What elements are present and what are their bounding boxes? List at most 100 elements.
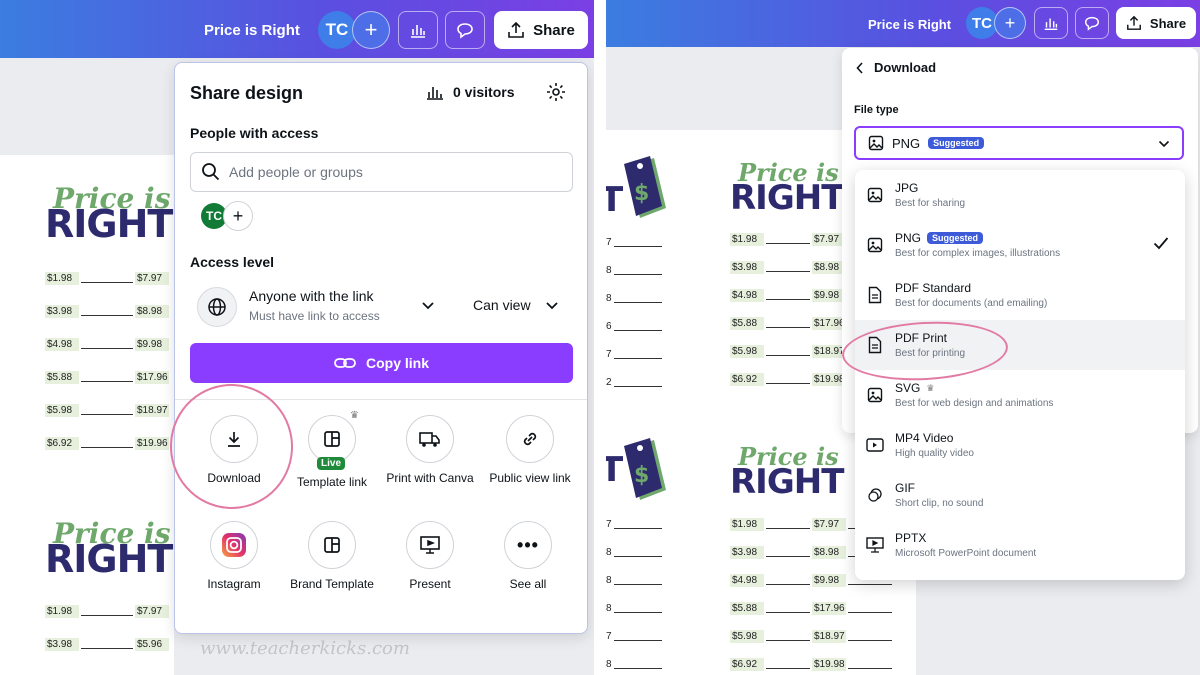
price-a: $5.98 xyxy=(730,629,764,643)
access-dropdown[interactable]: Anyone with the link xyxy=(249,288,374,304)
image-icon xyxy=(855,387,895,403)
price-a: $4.98 xyxy=(730,288,764,302)
price-fragment: 8 xyxy=(606,658,612,670)
price-a: $6.92 xyxy=(730,657,764,671)
price-fragment: 8 xyxy=(606,546,612,558)
add-collaborator-button[interactable]: + xyxy=(994,7,1026,39)
file-type-name: PPTX xyxy=(895,531,927,545)
price-a: $1.98 xyxy=(45,605,79,618)
present-label: Present xyxy=(409,577,451,591)
video-icon xyxy=(855,438,895,452)
price-b: $19.98 xyxy=(812,657,846,671)
bar-chart-icon xyxy=(1044,18,1058,31)
upload-icon xyxy=(1126,15,1141,30)
file-type-name: PNG xyxy=(895,231,922,245)
image-icon xyxy=(855,237,895,253)
copy-link-button[interactable]: Copy link xyxy=(190,343,573,383)
price-tag-image: $ xyxy=(618,434,670,509)
price-b: $7.97 xyxy=(812,517,846,531)
price-b: $18.97 xyxy=(812,629,846,643)
add-people-input[interactable]: Add people or groups xyxy=(190,152,573,192)
price-b: $19.96 xyxy=(135,437,169,450)
file-type-option-png[interactable]: PNG Suggested Best for complex images, ill… xyxy=(855,220,1185,270)
price-b: $7.97 xyxy=(812,232,846,246)
file-type-name: GIF xyxy=(895,481,915,495)
file-type-name: PDF Standard xyxy=(895,281,972,295)
chevron-left-icon xyxy=(856,61,863,74)
file-type-option-pdf-standard[interactable]: PDF Standard Best for documents (and emai… xyxy=(855,270,1185,320)
instagram-option[interactable]: Instagram xyxy=(186,521,282,591)
price-row: $6.92 $19.98 xyxy=(730,650,894,675)
permission-dropdown[interactable]: Can view xyxy=(473,297,531,313)
file-type-desc: Best for complex images, illustrations xyxy=(895,248,1061,259)
price-fragment: 8 xyxy=(606,292,612,304)
brand-template-option[interactable]: Brand Template xyxy=(284,521,380,591)
price-a: $5.98 xyxy=(45,404,79,417)
add-member-button[interactable]: + xyxy=(223,201,253,231)
price-row: 2 xyxy=(606,368,664,396)
design-title[interactable]: Price is Right xyxy=(868,17,951,32)
brand-big-text: RIGHT xyxy=(45,537,173,581)
price-row: 8 xyxy=(606,256,664,284)
editor-topbar: Price is Right TC + Share xyxy=(606,0,1200,47)
chevron-down-icon[interactable] xyxy=(545,298,559,314)
download-header-label: Download xyxy=(874,60,937,75)
price-a: $5.88 xyxy=(730,601,764,615)
price-row: $1.98 $7.97 xyxy=(45,595,169,628)
price-row: $3.98 $5.96 xyxy=(45,628,169,661)
present-option[interactable]: Present xyxy=(382,521,478,591)
access-level-label: Access level xyxy=(190,254,275,270)
file-type-option-pptx[interactable]: PPTX Microsoft PowerPoint document xyxy=(855,520,1185,570)
comments-button[interactable] xyxy=(1075,7,1109,39)
price-row: $5.88 $17.96 xyxy=(730,594,894,622)
template-link-label: Template link xyxy=(296,475,368,489)
download-back-button[interactable]: Download xyxy=(856,60,936,75)
share-label: Share xyxy=(533,21,575,39)
visitors-count[interactable]: 0 visitors xyxy=(425,83,514,101)
file-type-option-mp4[interactable]: MP4 Video High quality video xyxy=(855,420,1185,470)
price-fragment: 7 xyxy=(606,348,612,360)
user-avatar[interactable]: TC xyxy=(318,11,356,49)
file-type-option-gif[interactable]: GIF Short clip, no sound xyxy=(855,470,1185,520)
copy-link-label: Copy link xyxy=(365,355,429,371)
price-fragment: 7 xyxy=(606,518,612,530)
price-a: $5.88 xyxy=(45,371,79,384)
access-description: Must have link to access xyxy=(249,309,380,323)
design-title[interactable]: Price is Right xyxy=(204,22,300,39)
comment-icon xyxy=(457,23,473,39)
price-a: $3.98 xyxy=(45,305,79,318)
add-collaborator-button[interactable]: + xyxy=(352,11,390,49)
chevron-down-icon[interactable] xyxy=(421,298,435,314)
settings-button[interactable] xyxy=(545,81,567,108)
insights-button[interactable] xyxy=(398,11,438,49)
file-type-select[interactable]: PNG Suggested xyxy=(854,126,1184,160)
svg-text:$: $ xyxy=(634,463,649,488)
price-a: $1.98 xyxy=(45,272,79,285)
price-b: $8.98 xyxy=(135,305,169,318)
price-list-cut: 7 8 8 8 7 8 xyxy=(606,510,664,675)
template-link-option[interactable]: ♛ Live Template link xyxy=(284,410,380,489)
price-fragment: 8 xyxy=(606,264,612,276)
file-type-name: SVG xyxy=(895,381,921,395)
selected-file-type: PNG xyxy=(892,135,921,151)
comment-icon xyxy=(1084,16,1100,31)
public-view-link-option[interactable]: Public view link xyxy=(480,415,580,485)
file-type-option-jpg[interactable]: JPG Best for sharing xyxy=(855,170,1185,220)
price-fragment: 7 xyxy=(606,630,612,642)
design-page: Price is RIGHT $1.98 $7.97 $3.98 $8.98 $4.… xyxy=(0,155,174,675)
price-list: $1.98 $7.97 $3.98 $8.98 $4.98 $9.98 $5.88 $1… xyxy=(45,262,169,460)
price-row: $1.98 $7.97 xyxy=(45,262,169,295)
share-button[interactable]: Share xyxy=(1116,7,1196,39)
price-b: $17.96 xyxy=(812,316,846,330)
price-b: $18.97 xyxy=(812,344,846,358)
print-option[interactable]: Print with Canva xyxy=(382,415,478,485)
file-type-name: JPG xyxy=(895,181,919,195)
share-button[interactable]: Share xyxy=(494,11,588,49)
comments-button[interactable] xyxy=(445,11,485,49)
price-row: $4.98 $9.98 xyxy=(45,328,169,361)
insights-button[interactable] xyxy=(1034,7,1068,39)
price-a: $1.98 xyxy=(730,232,764,246)
file-type-desc: Best for sharing xyxy=(895,198,966,209)
see-all-option[interactable]: ••• See all xyxy=(480,521,576,591)
crown-icon: ♛ xyxy=(350,410,359,421)
